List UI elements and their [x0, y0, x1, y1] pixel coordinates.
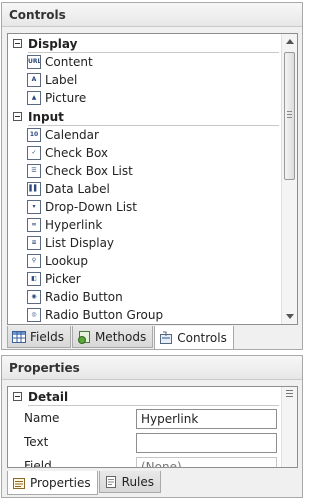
controls-panel: Controls Display URL Content A Label ▲ P…: [1, 2, 303, 350]
property-row-field: Field ...: [8, 456, 281, 468]
check-box-icon: ✓: [27, 146, 41, 160]
hyperlink-icon: ∞: [27, 218, 41, 232]
field-browse-button[interactable]: ...: [267, 459, 278, 467]
properties-icon: [12, 476, 26, 490]
properties-tabbar: Properties Rules: [7, 471, 162, 495]
list-display-icon: ≡: [27, 236, 41, 250]
tree-item-calendar[interactable]: 10 Calendar: [8, 126, 281, 144]
tab-label: Methods: [94, 329, 147, 344]
data-label-icon: ▌▌: [27, 182, 41, 196]
tree-item-label: Content: [45, 55, 93, 69]
tab-label: Rules: [121, 474, 155, 489]
tree-item-label: Radio Button Group: [45, 308, 164, 322]
controls-icon: [159, 331, 173, 345]
controls-tabbar: Fields Methods Controls: [7, 326, 235, 350]
tree-item-label: Lookup: [45, 254, 88, 268]
properties-panel-title: Properties: [2, 356, 302, 380]
tree-item-data-label[interactable]: ▌▌ Data Label: [8, 180, 281, 198]
group-header-display[interactable]: Display: [8, 35, 281, 53]
picture-icon: ▲: [27, 91, 41, 105]
label-icon: A: [27, 73, 41, 87]
grip-icon: [287, 114, 292, 115]
collapse-toggle-icon[interactable]: [13, 112, 22, 121]
calendar-icon: 10: [27, 128, 41, 142]
properties-grid: Detail Name Text Field ...: [7, 386, 298, 468]
property-label: Name: [24, 411, 60, 425]
grip-icon: [286, 390, 293, 391]
tree-item-label: Drop-Down List: [45, 200, 137, 214]
tab-label: Properties: [30, 475, 91, 490]
lookup-icon: ⚲: [27, 254, 41, 268]
controls-scrollbar[interactable]: [281, 34, 297, 324]
methods-icon: [77, 330, 91, 344]
collapse-toggle-icon[interactable]: [13, 39, 22, 48]
scroll-thumb[interactable]: [284, 52, 295, 180]
check-box-list-icon: ☰: [27, 164, 41, 178]
tree-item-lookup[interactable]: ⚲ Lookup: [8, 252, 281, 270]
tree-item-drop-down-list[interactable]: ▾ Drop-Down List: [8, 198, 281, 216]
section-divider: [28, 405, 279, 406]
tab-controls[interactable]: Controls: [154, 326, 234, 350]
drop-down-list-icon: ▾: [27, 200, 41, 214]
section-label: Detail: [28, 390, 69, 404]
controls-tree[interactable]: Display URL Content A Label ▲ Picture In…: [7, 33, 298, 325]
tree-item-hyperlink[interactable]: ∞ Hyperlink: [8, 216, 281, 234]
tab-label: Controls: [177, 330, 227, 345]
tree-item-label: Radio Button: [45, 290, 123, 304]
section-header-detail[interactable]: Detail: [8, 388, 297, 406]
properties-panel: Properties Detail Name Text Field ...: [1, 355, 303, 498]
controls-panel-title: Controls: [2, 3, 302, 27]
tab-rules[interactable]: Rules: [98, 471, 162, 493]
picker-icon: ◧: [27, 272, 41, 286]
tree-item-radio-button[interactable]: ◉ Radio Button: [8, 288, 281, 306]
tree-item-check-box[interactable]: ✓ Check Box: [8, 144, 281, 162]
radio-button-icon: ◉: [27, 290, 41, 304]
group-label: Display: [28, 37, 78, 51]
tree-item-label: Hyperlink: [45, 218, 103, 232]
tree-item-radio-button-group[interactable]: ◎ Radio Button Group: [8, 306, 281, 324]
rules-icon: [104, 475, 118, 489]
tab-properties[interactable]: Properties: [7, 471, 98, 495]
group-label: Input: [28, 110, 64, 124]
group-header-input[interactable]: Input: [8, 108, 281, 126]
tree-item-label: Check Box List: [45, 164, 133, 178]
grip-icon: [287, 111, 292, 112]
property-label: Field: [24, 459, 52, 468]
tree-item-list-display[interactable]: ≡ List Display: [8, 234, 281, 252]
controls-tree-content: Display URL Content A Label ▲ Picture In…: [8, 34, 281, 324]
scroll-down-arrow-icon[interactable]: [286, 314, 294, 319]
tree-item-content[interactable]: URL Content: [8, 53, 281, 71]
property-row-text: Text: [8, 432, 281, 456]
field-selector[interactable]: [136, 457, 277, 467]
tree-item-label: Calendar: [45, 128, 99, 142]
fields-grid-icon: [12, 330, 26, 344]
tree-item-picture[interactable]: ▲ Picture: [8, 89, 281, 107]
name-field[interactable]: [136, 409, 277, 429]
tree-item-label: Label: [45, 73, 78, 87]
text-field[interactable]: [136, 433, 277, 453]
tree-item-picker[interactable]: ◧ Picker: [8, 270, 281, 288]
property-row-name: Name: [8, 408, 281, 432]
tree-item-label: Data Label: [45, 182, 110, 196]
tree-item-label: Picker: [45, 272, 81, 286]
url-content-icon: URL: [27, 55, 41, 69]
tab-label: Fields: [30, 329, 64, 344]
property-label: Text: [24, 435, 49, 449]
tree-item-check-box-list[interactable]: ☰ Check Box List: [8, 162, 281, 180]
properties-scrollbar[interactable]: [281, 387, 297, 467]
grip-icon: [287, 117, 292, 118]
tab-methods[interactable]: Methods: [71, 326, 154, 348]
tree-item-label-control[interactable]: A Label: [8, 71, 281, 89]
radio-button-group-icon: ◎: [27, 308, 41, 322]
tree-item-label: Picture: [45, 91, 87, 105]
grip-icon: [286, 396, 293, 397]
tree-item-label: Check Box: [45, 146, 109, 160]
grip-icon: [286, 393, 293, 394]
tree-item-label: List Display: [45, 236, 115, 250]
tab-fields[interactable]: Fields: [7, 326, 71, 348]
scroll-up-arrow-icon[interactable]: [286, 39, 294, 44]
collapse-toggle-icon[interactable]: [13, 392, 22, 401]
